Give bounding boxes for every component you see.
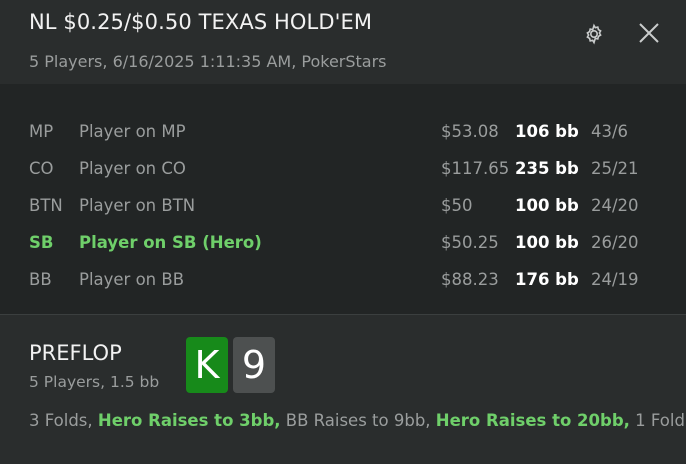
player-name: Player on CO	[79, 159, 186, 178]
action-text: BB Raises to 9bb,	[280, 411, 436, 430]
player-stats: 26/20	[591, 233, 639, 252]
player-name: Player on SB (Hero)	[79, 233, 262, 252]
player-stack: $50.25	[441, 233, 499, 252]
hero-action-text: Hero Raises to 3bb,	[97, 411, 281, 430]
player-stats: 43/6	[591, 122, 629, 141]
player-row-mp[interactable]: MP Player on MP $53.08 106 bb 43/6	[0, 120, 686, 144]
street-info: 5 Players, 1.5 bb	[29, 373, 160, 391]
street-section-preflop: PREFLOP 5 Players, 1.5 bb K 9 3 Folds, H…	[0, 315, 686, 464]
players-table: MP Player on MP $53.08 106 bb 43/6 CO Pl…	[0, 84, 686, 314]
player-position: CO	[29, 159, 54, 178]
player-name: Player on MP	[79, 122, 186, 141]
street-name: PREFLOP	[29, 341, 122, 365]
player-position: BTN	[29, 196, 63, 215]
player-stack: $53.08	[441, 122, 499, 141]
player-stats: 25/21	[591, 159, 639, 178]
player-stack-bb: 235 bb	[515, 159, 579, 178]
gear-icon[interactable]	[582, 22, 606, 46]
player-row-co[interactable]: CO Player on CO $117.65 235 bb 25/21	[0, 157, 686, 181]
action-text: 1 Fold	[629, 411, 685, 430]
action-text: 3 Folds,	[29, 411, 98, 430]
player-name: Player on BB	[79, 270, 185, 289]
player-name: Player on BTN	[79, 196, 196, 215]
player-stack-bb: 100 bb	[515, 233, 579, 252]
player-stack: $88.23	[441, 270, 499, 289]
player-stack: $50	[441, 196, 473, 215]
player-stack: $117.65	[441, 159, 510, 178]
street-actions: 3 Folds, Hero Raises to 3bb, BB Raises t…	[29, 411, 685, 430]
close-icon[interactable]	[636, 20, 662, 46]
player-row-sb-hero[interactable]: SB Player on SB (Hero) $50.25 100 bb 26/…	[0, 231, 686, 255]
player-stats: 24/20	[591, 196, 639, 215]
hole-card: 9	[233, 337, 275, 393]
player-position: BB	[29, 270, 52, 289]
hand-title: NL $0.25/$0.50 TEXAS HOLD'EM	[29, 10, 373, 34]
player-position: MP	[29, 122, 54, 141]
hole-card: K	[186, 337, 228, 393]
hand-header: NL $0.25/$0.50 TEXAS HOLD'EM 5 Players, …	[0, 0, 686, 84]
player-stack-bb: 106 bb	[515, 122, 579, 141]
hand-subtitle: 5 Players, 6/16/2025 1:11:35 AM, PokerSt…	[29, 52, 387, 71]
player-position: SB	[29, 233, 54, 252]
player-row-bb[interactable]: BB Player on BB $88.23 176 bb 24/19	[0, 268, 686, 292]
player-stack-bb: 176 bb	[515, 270, 579, 289]
hero-action-text: Hero Raises to 20bb,	[435, 411, 630, 430]
player-stack-bb: 100 bb	[515, 196, 579, 215]
player-stats: 24/19	[591, 270, 639, 289]
player-row-btn[interactable]: BTN Player on BTN $50 100 bb 24/20	[0, 194, 686, 218]
